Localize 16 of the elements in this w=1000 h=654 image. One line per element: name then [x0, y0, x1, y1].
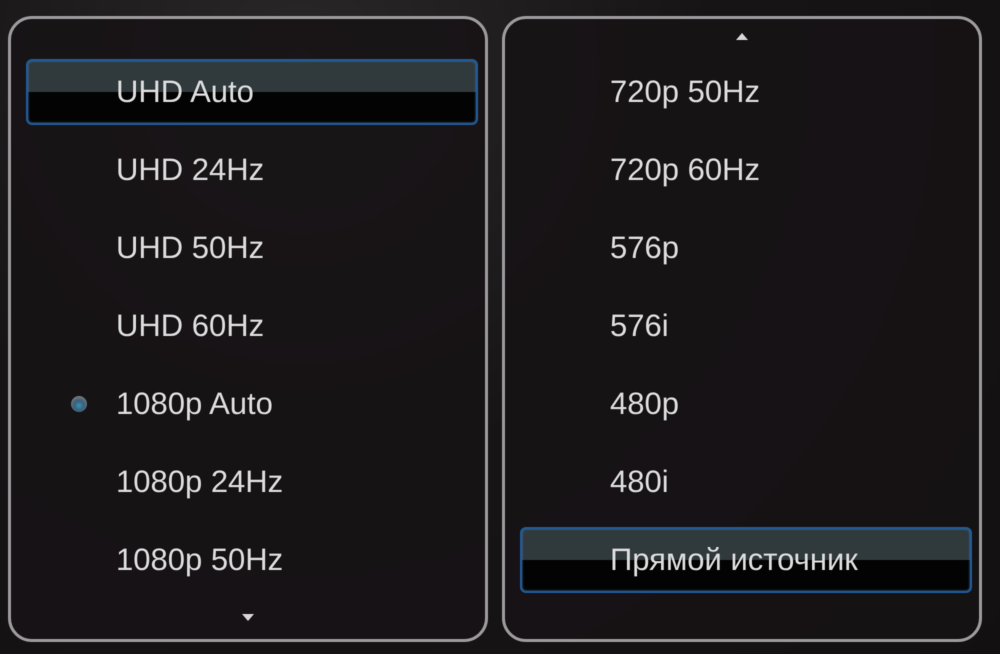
menu-item[interactable]: UHD 60Hz — [26, 293, 478, 359]
menu-item[interactable]: 720p 60Hz — [520, 137, 972, 203]
scroll-down-icon[interactable] — [242, 614, 254, 621]
menu-item[interactable]: 1080p 50Hz — [26, 527, 478, 593]
menu-item[interactable]: 576i — [520, 293, 972, 359]
menu-item[interactable]: UHD 24Hz — [26, 137, 478, 203]
menu-item[interactable]: Прямой источник — [520, 527, 972, 593]
menu-item[interactable]: 1080p Auto — [26, 371, 478, 437]
menu-item[interactable]: 1080p 24Hz — [26, 449, 478, 515]
menu-item[interactable]: UHD 50Hz — [26, 215, 478, 281]
menu-item[interactable]: 480p — [520, 371, 972, 437]
menu-item[interactable]: 480i — [520, 449, 972, 515]
menu-item[interactable]: 576p — [520, 215, 972, 281]
menu-item[interactable]: UHD Auto — [26, 59, 478, 125]
scroll-up-icon[interactable] — [736, 32, 748, 40]
menu-item[interactable]: 720p 50Hz — [520, 59, 972, 125]
